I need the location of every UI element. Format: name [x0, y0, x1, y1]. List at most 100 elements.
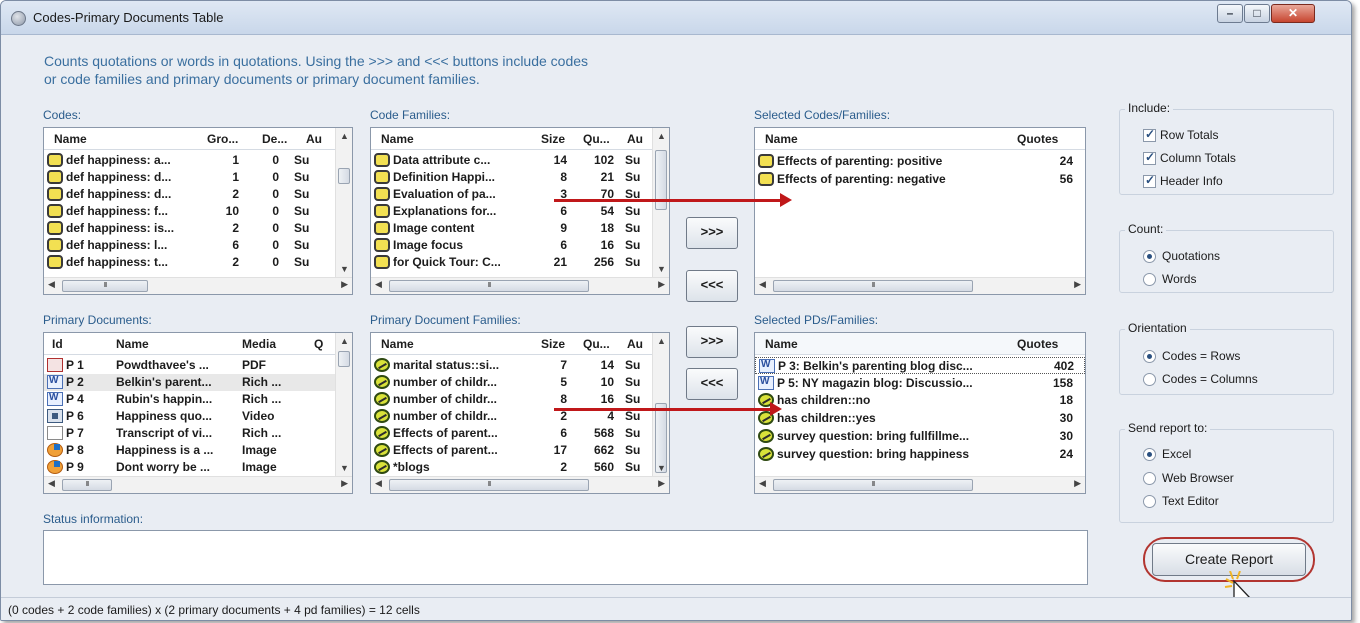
scroll-down-icon[interactable]: ▼: [653, 463, 669, 473]
scroll-thumb[interactable]: [773, 280, 973, 292]
selected-pds-list[interactable]: Name Quotes P 3: Belkin's parenting blog…: [754, 332, 1086, 494]
pd-families-vertical-scrollbar[interactable]: ▲ ▼: [652, 333, 669, 476]
column-header-id[interactable]: Id: [52, 337, 63, 351]
scroll-up-icon[interactable]: ▲: [653, 131, 669, 141]
add-code-button[interactable]: >>>: [686, 217, 738, 249]
scroll-down-icon[interactable]: ▼: [336, 463, 352, 473]
scroll-up-icon[interactable]: ▲: [336, 336, 352, 346]
scroll-thumb[interactable]: [773, 479, 973, 491]
list-item[interactable]: Effects of parenting: positive 24: [755, 153, 1085, 170]
code-families-list[interactable]: Name Size Qu... Au Data attribute c... 14…: [370, 127, 670, 295]
selected-codes-horizontal-scrollbar[interactable]: ◀ ▶: [755, 277, 1085, 294]
code-families-horizontal-scrollbar[interactable]: ◀ ▶: [371, 277, 669, 294]
remove-document-button[interactable]: <<<: [686, 368, 738, 400]
list-item[interactable]: for Quick Tour: C... 21 256 Su: [371, 254, 669, 271]
remove-code-button[interactable]: <<<: [686, 270, 738, 302]
column-header-size[interactable]: Size: [541, 337, 565, 351]
list-item[interactable]: def happiness: is... 2 0 Su: [44, 220, 352, 237]
scroll-thumb[interactable]: [389, 280, 589, 292]
list-item[interactable]: P 8 Happiness is a ... Image: [44, 442, 352, 459]
list-item[interactable]: number of childr... 8 16 Su: [371, 391, 669, 408]
list-item[interactable]: Effects of parenting: negative 56: [755, 171, 1085, 188]
list-item[interactable]: Definition Happi... 8 21 Su: [371, 169, 669, 186]
excel-radio[interactable]: [1143, 448, 1156, 461]
column-header-name[interactable]: Name: [54, 132, 87, 146]
text-editor-radio[interactable]: [1143, 495, 1156, 508]
list-item[interactable]: *blogs 2 560 Su: [371, 459, 669, 476]
column-header-media[interactable]: Media: [242, 337, 276, 351]
column-header-author[interactable]: Au: [627, 337, 643, 351]
scroll-left-icon[interactable]: ◀: [759, 279, 766, 290]
list-item[interactable]: marital status::si... 7 14 Su: [371, 357, 669, 374]
list-item[interactable]: survey question: bring fullfillme... 30: [755, 428, 1085, 445]
codes-rows-radio[interactable]: [1143, 350, 1156, 363]
list-item[interactable]: Explanations for... 6 54 Su: [371, 203, 669, 220]
minimize-button[interactable]: –: [1217, 4, 1243, 23]
scroll-down-icon[interactable]: ▼: [653, 264, 669, 274]
column-header-quotations[interactable]: Qu...: [583, 132, 610, 146]
row-totals-checkbox[interactable]: [1143, 127, 1156, 142]
scroll-right-icon[interactable]: ▶: [341, 279, 348, 290]
quotations-radio[interactable]: [1143, 250, 1156, 263]
list-item[interactable]: P 6 Happiness quo... Video: [44, 408, 352, 425]
scroll-left-icon[interactable]: ◀: [375, 279, 382, 290]
list-item[interactable]: Effects of parent... 6 568 Su: [371, 425, 669, 442]
scroll-right-icon[interactable]: ▶: [341, 478, 348, 489]
list-item[interactable]: def happiness: d... 1 0 Su: [44, 169, 352, 186]
column-header-author[interactable]: Au: [627, 132, 643, 146]
column-header-author[interactable]: Au: [306, 132, 322, 146]
list-item[interactable]: P 4 Rubin's happin... Rich ...: [44, 391, 352, 408]
column-header-name[interactable]: Name: [116, 337, 149, 351]
pd-families-horizontal-scrollbar[interactable]: ◀ ▶: [371, 476, 669, 493]
scroll-left-icon[interactable]: ◀: [48, 478, 55, 489]
codes-columns-radio[interactable]: [1143, 373, 1156, 386]
add-document-button[interactable]: >>>: [686, 326, 738, 358]
list-item[interactable]: Data attribute c... 14 102 Su: [371, 152, 669, 169]
list-item[interactable]: Image content 9 18 Su: [371, 220, 669, 237]
primary-documents-list[interactable]: Id Name Media Q P 1 Powdthavee's ... PDF P…: [43, 332, 353, 494]
pd-families-list[interactable]: Name Size Qu... Au marital status::si...…: [370, 332, 670, 494]
column-header-quotes[interactable]: Quotes: [1017, 132, 1058, 146]
column-header-name[interactable]: Name: [381, 132, 414, 146]
web-browser-radio[interactable]: [1143, 472, 1156, 485]
list-item[interactable]: def happiness: l... 6 0 Su: [44, 237, 352, 254]
scroll-up-icon[interactable]: ▲: [653, 336, 669, 346]
list-item[interactable]: number of childr... 5 10 Su: [371, 374, 669, 391]
list-item[interactable]: def happiness: d... 2 0 Su: [44, 186, 352, 203]
scroll-down-icon[interactable]: ▼: [336, 264, 352, 274]
primary-documents-vertical-scrollbar[interactable]: ▲ ▼: [335, 333, 352, 476]
codes-list[interactable]: Name Gro... De... Au def happiness: a...…: [43, 127, 353, 295]
list-item[interactable]: P 1 Powdthavee's ... PDF: [44, 357, 352, 374]
column-header-quotations[interactable]: Q: [314, 337, 323, 351]
column-header-density[interactable]: De...: [262, 132, 287, 146]
list-item[interactable]: P 3: Belkin's parenting blog disc... 402: [755, 357, 1085, 374]
scroll-right-icon[interactable]: ▶: [1074, 279, 1081, 290]
scroll-left-icon[interactable]: ◀: [759, 478, 766, 489]
column-totals-checkbox[interactable]: [1143, 150, 1156, 165]
list-item[interactable]: has children::yes 30: [755, 410, 1085, 427]
list-item[interactable]: P 5: NY magazin blog: Discussio... 158: [755, 375, 1085, 392]
scroll-thumb[interactable]: [338, 168, 350, 184]
scroll-up-icon[interactable]: ▲: [336, 131, 352, 141]
list-item[interactable]: def happiness: f... 10 0 Su: [44, 203, 352, 220]
list-item[interactable]: survey question: bring happiness 24: [755, 446, 1085, 463]
scroll-thumb[interactable]: [338, 351, 350, 367]
column-header-name[interactable]: Name: [765, 337, 798, 351]
scroll-thumb[interactable]: [62, 280, 148, 292]
codes-vertical-scrollbar[interactable]: ▲ ▼: [335, 128, 352, 277]
list-item[interactable]: def happiness: a... 1 0 Su: [44, 152, 352, 169]
column-header-quotations[interactable]: Qu...: [583, 337, 610, 351]
column-header-size[interactable]: Size: [541, 132, 565, 146]
close-button[interactable]: ✕: [1271, 4, 1315, 23]
list-item[interactable]: P 2 Belkin's parent... Rich ...: [44, 374, 352, 391]
scroll-right-icon[interactable]: ▶: [1074, 478, 1081, 489]
scroll-right-icon[interactable]: ▶: [658, 279, 665, 290]
list-item[interactable]: Effects of parent... 17 662 Su: [371, 442, 669, 459]
list-item[interactable]: Image focus 6 16 Su: [371, 237, 669, 254]
scroll-thumb[interactable]: [389, 479, 589, 491]
words-radio[interactable]: [1143, 273, 1156, 286]
selected-pds-horizontal-scrollbar[interactable]: ◀ ▶: [755, 476, 1085, 493]
list-item[interactable]: has children::no 18: [755, 392, 1085, 409]
column-header-name[interactable]: Name: [765, 132, 798, 146]
header-info-checkbox[interactable]: [1143, 173, 1156, 188]
